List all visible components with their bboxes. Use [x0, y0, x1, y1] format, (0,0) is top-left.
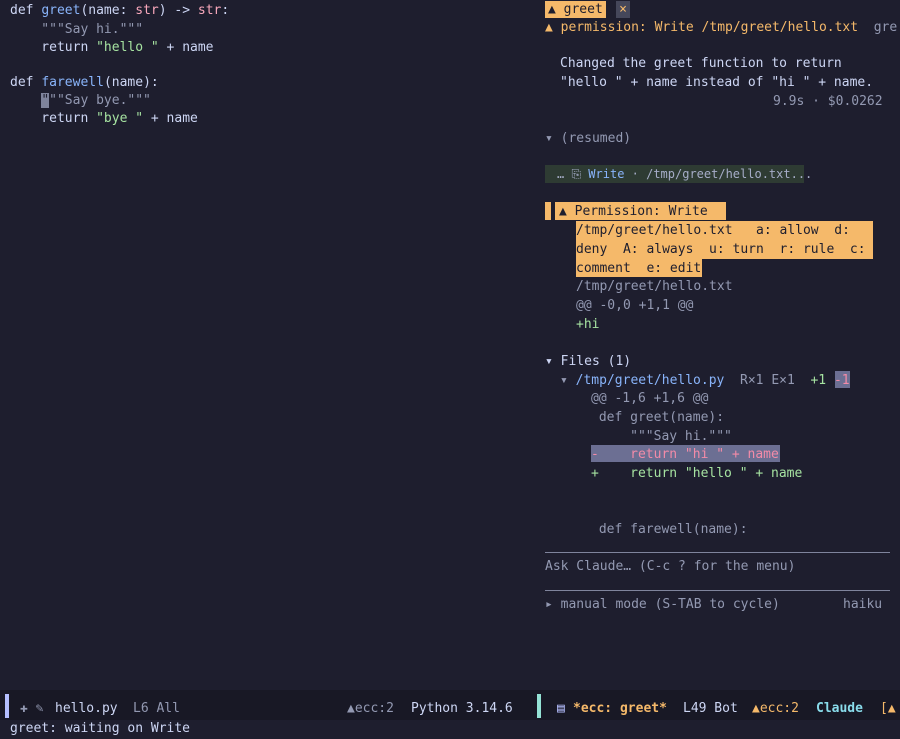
- permission-gap: [702, 259, 873, 277]
- model-indicator[interactable]: haiku: [843, 595, 882, 614]
- diff-context-2: """Say hi.""": [591, 429, 732, 444]
- code-line-2: """Say hi.""": [10, 22, 144, 37]
- left-buffer-name[interactable]: hello.py: [55, 699, 118, 718]
- right-window-indicator: [537, 694, 541, 718]
- diff-hunk-header: @@ -1,6 +1,6 @@: [591, 391, 709, 406]
- major-mode-python[interactable]: Python 3.14.6: [411, 699, 513, 718]
- left-window-indicator: [5, 694, 9, 718]
- code-line-1: def greet(name: str) -> str:: [10, 3, 230, 18]
- mode-indicator[interactable]: ▸ manual mode (S-TAB to cycle): [545, 595, 780, 614]
- buffer-file-icon: ▤: [557, 701, 565, 716]
- buffer-state-icons: ✚ ✎: [20, 701, 44, 716]
- left-position: L6 All: [133, 701, 180, 716]
- code-line-3: return "hello " + name: [10, 40, 214, 55]
- summary-line-1: Changed the greet function to return: [560, 56, 842, 71]
- code-line-5: def farewell(name):: [10, 75, 159, 90]
- prompt-input[interactable]: Ask Claude… (C-c ? for the menu): [545, 557, 795, 576]
- tab-greet[interactable]: ▲ greet: [545, 1, 606, 18]
- code-line-6: """Say bye.""": [41, 93, 151, 108]
- permission-marker: [545, 202, 551, 220]
- summary-line-2: "hello " + name instead of "hi " + name.: [560, 75, 874, 90]
- input-divider-bottom: [545, 590, 890, 591]
- echo-area: greet: waiting on Write: [10, 721, 191, 736]
- input-divider-top: [545, 552, 890, 553]
- diff-context-1: def greet(name):: [591, 410, 725, 425]
- code-line-7: return "bye " + name: [10, 111, 198, 126]
- permission-added-line: +hi: [576, 317, 600, 332]
- permission-file: /tmp/greet/hello.txt: [576, 279, 733, 294]
- permission-header: ▲ permission: Write /tmp/greet/hello.txt…: [545, 20, 898, 35]
- permission-hunk: @@ -0,0 +1,1 @@: [576, 298, 694, 313]
- permission-options-1[interactable]: /tmp/greet/hello.txt a: allow d:: [576, 221, 850, 240]
- right-buffer-name[interactable]: *ecc: greet*: [573, 699, 667, 718]
- diff-context-3: def farewell(name):: [591, 522, 748, 537]
- resumed-toggle[interactable]: ▾ (resumed): [545, 129, 631, 148]
- permission-options-2[interactable]: deny A: always u: turn r: rule c:: [576, 240, 866, 259]
- right-position: L49 Bot: [683, 701, 738, 716]
- right-ecc-status[interactable]: ▲ecc:2: [752, 699, 799, 718]
- files-header[interactable]: ▾ Files (1): [545, 352, 631, 371]
- permission-title: ▲ Permission: Write: [559, 204, 708, 219]
- major-mode-claude[interactable]: Claude: [816, 699, 863, 718]
- left-ecc-status[interactable]: ▲ecc:2: [347, 699, 394, 718]
- diff-added-line: + return "hello " + name: [591, 466, 803, 481]
- tab-close-icon[interactable]: ×: [616, 1, 630, 18]
- file-entry[interactable]: ▾ /tmp/greet/hello.py R×1 E×1 +1 -1: [560, 371, 850, 390]
- diff-deleted-line: - return "hi " + name: [591, 447, 779, 462]
- text-cursor: ": [41, 93, 50, 108]
- file-icon: ⎘: [571, 167, 582, 181]
- modeline-overflow: [▲: [880, 701, 896, 716]
- usage-stats: 9.9s · $0.0262: [773, 94, 883, 109]
- write-tool-chip[interactable]: … ⎘ Write · /tmp/greet/hello.txt...: [545, 165, 812, 183]
- code-editor-pane[interactable]: def greet(name: str) -> str: """Say hi."…: [0, 0, 536, 690]
- permission-options-3[interactable]: comment e: edit: [576, 259, 701, 278]
